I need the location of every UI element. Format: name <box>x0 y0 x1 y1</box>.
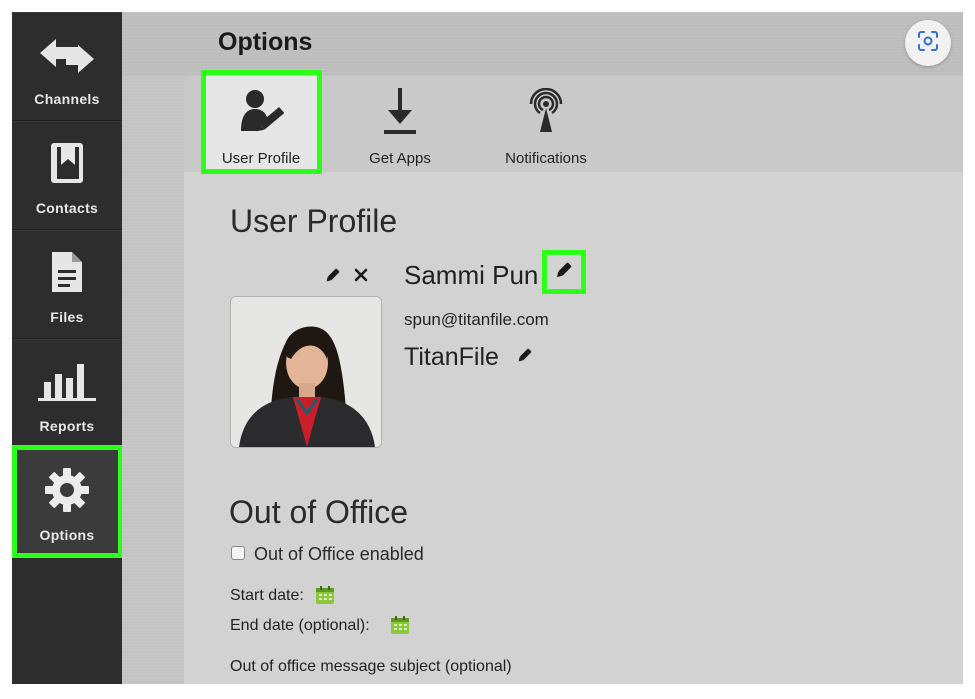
profile-company: TitanFile <box>404 343 499 371</box>
calendar-icon <box>390 616 410 639</box>
book-icon <box>49 140 85 186</box>
tab-user-profile[interactable]: User Profile <box>204 76 318 172</box>
sidebar-item-options[interactable]: Options <box>12 448 122 557</box>
broadcast-icon <box>526 86 566 136</box>
edit-name-button[interactable] <box>544 252 584 292</box>
sidebar-item-label: Options <box>39 527 95 543</box>
pencil-icon <box>554 260 574 285</box>
tab-get-apps[interactable]: Get Apps <box>352 76 448 172</box>
screenshot-button[interactable] <box>905 20 951 66</box>
profile-name: Sammi Pun <box>404 260 539 290</box>
edit-avatar-button[interactable] <box>322 266 344 288</box>
page-title: Options <box>218 28 313 56</box>
remove-avatar-button[interactable] <box>350 266 372 288</box>
tab-label: Get Apps <box>369 150 431 167</box>
user-edit-icon <box>237 86 285 136</box>
sidebar: Channels Contacts Files Reports Options <box>12 12 123 684</box>
sidebar-item-contacts[interactable]: Contacts <box>12 121 122 230</box>
sidebar-item-files[interactable]: Files <box>12 230 122 339</box>
avatar <box>230 296 382 448</box>
out-of-office-checkbox[interactable] <box>231 546 245 560</box>
profile-email: spun@titanfile.com <box>404 310 549 329</box>
close-icon <box>354 268 368 287</box>
header: Options <box>122 12 963 76</box>
pencil-icon <box>516 346 534 369</box>
download-icon <box>382 86 418 136</box>
start-date-label: Start date: <box>230 587 304 604</box>
start-date-calendar-button[interactable] <box>315 585 335 610</box>
sidebar-item-label: Channels <box>34 91 100 107</box>
sidebar-item-reports[interactable]: Reports <box>12 339 122 448</box>
tab-label: Notifications <box>505 150 587 167</box>
sidebar-item-label: Reports <box>39 418 95 434</box>
arrows-swap-icon <box>36 31 98 77</box>
gear-icon <box>43 467 91 513</box>
calendar-icon <box>315 586 335 609</box>
tab-notifications[interactable]: Notifications <box>490 76 602 172</box>
pencil-icon <box>324 266 342 289</box>
end-date-calendar-button[interactable] <box>390 615 410 640</box>
out-of-office-heading: Out of Office <box>229 494 409 530</box>
sidebar-item-label: Files <box>50 309 84 325</box>
sidebar-item-channels[interactable]: Channels <box>12 12 122 121</box>
subject-label: Out of office message subject (optional) <box>230 658 512 675</box>
options-tabs: User Profile Get Apps Notifications <box>184 76 963 172</box>
bar-chart-icon <box>36 358 98 404</box>
tab-label: User Profile <box>221 150 301 167</box>
screenshot-icon <box>916 29 940 58</box>
out-of-office-checkbox-label: Out of Office enabled <box>254 544 424 564</box>
user-profile-heading: User Profile <box>230 203 398 239</box>
app-window: Channels Contacts Files Reports Options … <box>12 12 963 684</box>
edit-company-button[interactable] <box>514 346 536 368</box>
end-date-label: End date (optional): <box>230 617 370 634</box>
sidebar-item-label: Contacts <box>35 200 99 216</box>
file-icon <box>50 249 84 295</box>
